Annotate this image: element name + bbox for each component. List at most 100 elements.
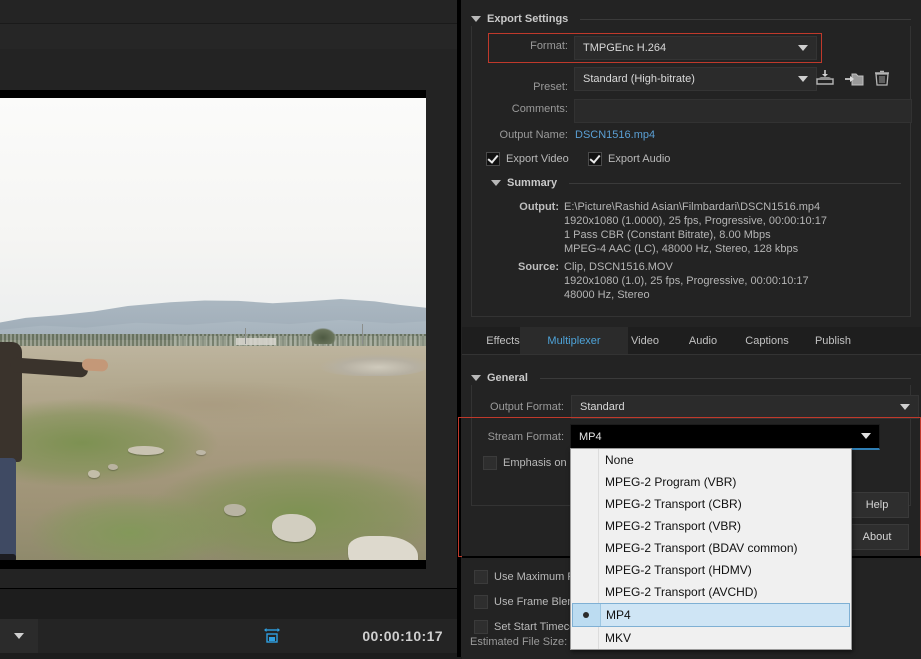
menu-item-mpeg2-transport-cbr[interactable]: MPEG-2 Transport (CBR) (571, 493, 851, 515)
export-settings-title: Export Settings (487, 13, 569, 25)
general-title: General (487, 372, 528, 384)
tree-line-secondary (172, 336, 426, 346)
chevron-down-icon (14, 633, 24, 639)
summary-output-label: Output: (519, 201, 559, 213)
stream-format-option-list[interactable]: None MPEG-2 Program (VBR) MPEG-2 Transpo… (570, 448, 852, 650)
output-name-link[interactable]: DSCN1516.mp4 (575, 129, 655, 141)
rock (224, 504, 246, 516)
rock (196, 450, 206, 455)
person-shoe (0, 554, 16, 560)
use-max-render-quality-checkbox[interactable]: Use Maximum Re (474, 570, 581, 584)
format-label: Format: (530, 40, 568, 52)
export-video-label: Export Video (506, 153, 569, 165)
menu-item-label: MP4 (606, 608, 631, 622)
summary-source-label: Source: (518, 261, 559, 273)
summary-title: Summary (507, 177, 558, 189)
set-start-timecode-label: Set Start Timeco (494, 621, 576, 633)
help-button[interactable]: Help (845, 492, 909, 518)
save-preset-icon[interactable] (815, 68, 835, 88)
checkbox-icon (588, 152, 602, 166)
export-settings-group-header: Export Settings (471, 13, 911, 25)
checkbox-icon (474, 570, 488, 584)
settings-tab-bar: Effects Multiplexer Video Audio Captions… (462, 327, 921, 355)
menu-item-label: MPEG-2 Transport (HDMV) (605, 563, 752, 577)
rock (108, 464, 118, 470)
preset-dropdown[interactable]: Standard (High-bitrate) (574, 67, 817, 91)
stream-format-label: Stream Format: (487, 431, 564, 443)
chevron-down-icon (861, 433, 871, 439)
checkbox-icon (486, 152, 500, 166)
checkbox-icon (483, 456, 497, 470)
menu-item-label: MKV (605, 631, 632, 645)
disclosure-triangle-icon[interactable] (471, 16, 481, 22)
summary-output-line: 1 Pass CBR (Constant Bitrate), 8.00 Mbps (564, 229, 771, 241)
menu-item-mkv[interactable]: MKV (571, 627, 851, 649)
menu-gutter (571, 559, 599, 581)
use-frame-blending-label: Use Frame Blend (494, 596, 580, 608)
video-preview[interactable] (0, 90, 426, 569)
video-image (0, 98, 426, 560)
checkbox-icon (474, 620, 488, 634)
comments-input[interactable] (574, 99, 912, 123)
menu-item-mpeg2-transport-vbr[interactable]: MPEG-2 Transport (VBR) (571, 515, 851, 537)
group-rule (539, 377, 911, 379)
menu-item-label: None (605, 453, 634, 467)
about-button[interactable]: About (845, 524, 909, 550)
preview-timecode[interactable]: 00:00:10:17 (362, 619, 443, 653)
fit-to-frame-icon[interactable] (262, 626, 282, 646)
general-group-header: General (471, 372, 911, 384)
menu-gutter (571, 627, 599, 649)
distant-building (236, 338, 276, 345)
menu-gutter (571, 515, 599, 537)
output-format-label: Output Format: (490, 401, 564, 413)
menu-item-mpeg2-transport-bdav[interactable]: MPEG-2 Transport (BDAV common) (571, 537, 851, 559)
grass-patch (30, 493, 230, 560)
emphasis-checkbox[interactable]: Emphasis on p (483, 456, 576, 470)
selected-bullet-icon (583, 612, 589, 618)
output-format-dropdown[interactable]: Standard (571, 395, 919, 419)
stream-format-dropdown[interactable]: MP4 (570, 424, 880, 450)
export-audio-label: Export Audio (608, 153, 671, 165)
menu-item-label: MPEG-2 Transport (CBR) (605, 497, 742, 511)
menu-item-mpeg2-transport-hdmv[interactable]: MPEG-2 Transport (HDMV) (571, 559, 851, 581)
source-preview-pane: 00:00:10:17 (0, 0, 457, 658)
tree-cluster (310, 328, 336, 344)
utility-pole (245, 328, 246, 344)
summary-group-header: Summary (491, 177, 901, 189)
use-max-render-quality-label: Use Maximum Re (494, 571, 582, 583)
summary-source-line: Clip, DSCN1516.MOV (564, 261, 673, 273)
import-preset-icon[interactable] (844, 68, 864, 88)
disclosure-triangle-icon[interactable] (471, 375, 481, 381)
group-rule (569, 182, 901, 184)
chevron-down-icon (900, 404, 910, 410)
export-video-checkbox[interactable]: Export Video (486, 152, 569, 166)
delete-preset-icon[interactable] (872, 68, 892, 88)
preview-zoom-dropdown[interactable] (0, 619, 38, 653)
rock (272, 514, 316, 542)
tab-publish[interactable]: Publish (790, 327, 876, 354)
menu-item-mpeg2-transport-avchd[interactable]: MPEG-2 Transport (AVCHD) (571, 581, 851, 603)
format-value: TMPGEnc H.264 (583, 42, 667, 54)
menu-item-mp4[interactable]: MP4 (572, 603, 850, 627)
summary-output-line: E:\Picture\Rashid Asian\Filmbardari\DSCN… (564, 201, 821, 213)
preset-label: Preset: (533, 81, 568, 93)
preview-tab-bar (0, 24, 457, 49)
use-frame-blending-checkbox[interactable]: Use Frame Blend (474, 595, 580, 609)
sky-region (0, 98, 426, 330)
menu-item-label: MPEG-2 Transport (VBR) (605, 519, 742, 533)
summary-source-line: 48000 Hz, Stereo (564, 289, 650, 301)
disclosure-triangle-icon[interactable] (491, 180, 501, 186)
menu-gutter (571, 493, 599, 515)
person-hand (81, 358, 109, 372)
format-dropdown[interactable]: TMPGEnc H.264 (574, 36, 817, 60)
menu-item-label: MPEG-2 Transport (AVCHD) (605, 585, 758, 599)
export-audio-checkbox[interactable]: Export Audio (588, 152, 670, 166)
group-rule (580, 18, 911, 20)
person-figure (0, 342, 109, 560)
menu-item-mpeg2-program-vbr[interactable]: MPEG-2 Program (VBR) (571, 471, 851, 493)
summary-source-line: 1920x1080 (1.0), 25 fps, Progressive, 00… (564, 275, 809, 287)
set-start-timecode-checkbox[interactable]: Set Start Timeco (474, 620, 575, 634)
preview-transport-row: 00:00:10:17 (0, 619, 457, 653)
rock (88, 470, 100, 478)
menu-item-none[interactable]: None (571, 449, 851, 471)
